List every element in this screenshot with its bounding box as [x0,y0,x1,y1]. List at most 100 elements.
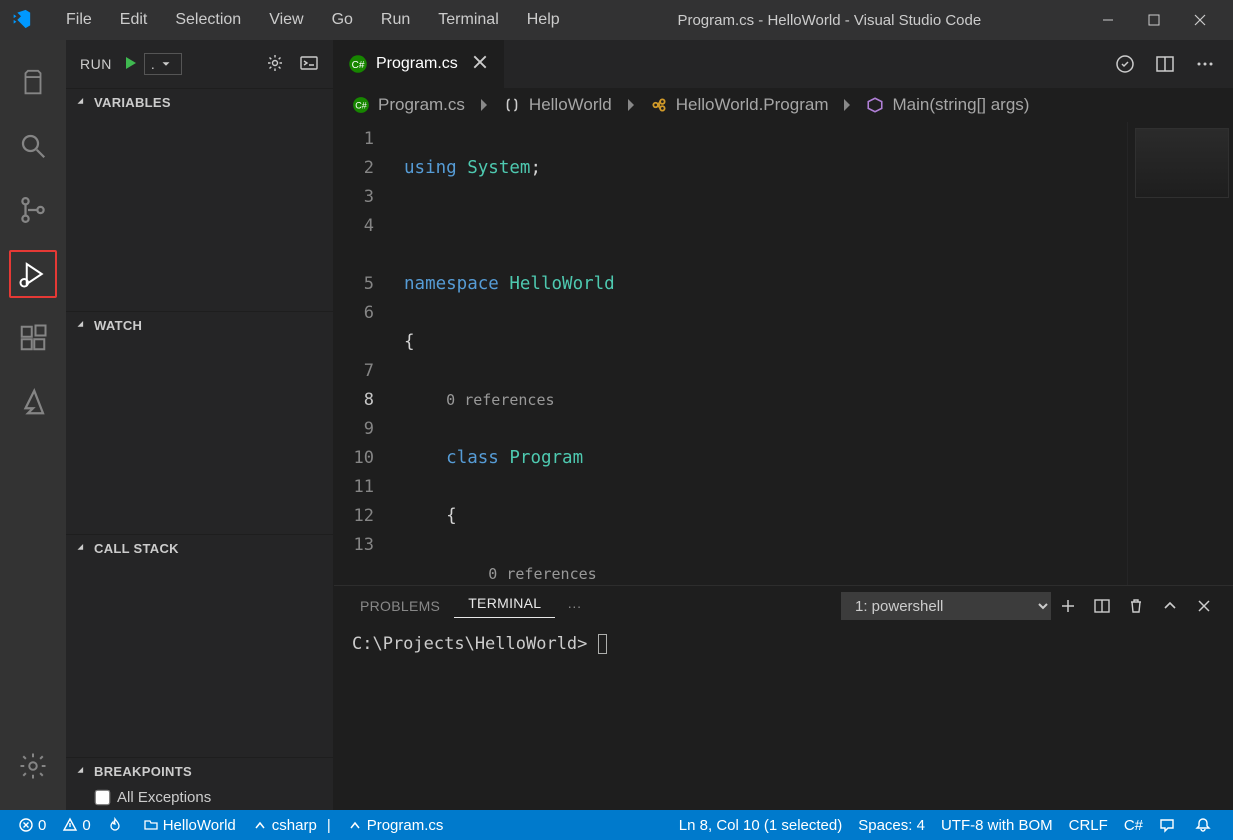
callstack-section[interactable]: CALL STACK [66,534,333,562]
source-control-icon[interactable] [9,186,57,234]
minimize-button[interactable] [1085,0,1131,40]
menu-run[interactable]: Run [367,5,424,35]
breakpoint-row-all-exceptions[interactable]: All Exceptions [66,785,333,810]
breadcrumb[interactable]: C# Program.cs HelloWorld HelloWorld.Prog… [334,88,1233,122]
window-title: Program.cs - HelloWorld - Visual Studio … [574,12,1085,29]
tab-label: Program.cs [376,55,458,73]
chevron-right-icon [622,96,640,114]
status-folder[interactable]: HelloWorld [135,810,244,840]
tab-program-cs[interactable]: C# Program.cs [334,40,505,88]
status-encoding[interactable]: UTF-8 with BOM [933,810,1061,840]
status-language[interactable]: C# [1116,810,1151,840]
tab-problems[interactable]: PROBLEMS [346,598,454,614]
menu-view[interactable]: View [255,5,317,35]
terminal[interactable]: C:\Projects\HelloWorld> [334,626,1233,810]
callstack-body [66,562,333,757]
chevron-right-icon [838,96,856,114]
split-terminal-icon[interactable] [1085,597,1119,615]
breakpoints-section[interactable]: BREAKPOINTS [66,757,333,785]
menu-selection[interactable]: Selection [161,5,255,35]
close-panel-icon[interactable] [1187,597,1221,615]
kill-terminal-icon[interactable] [1119,597,1153,615]
title-bar: File Edit Selection View Go Run Terminal… [0,0,1233,40]
maximize-panel-icon[interactable] [1153,597,1187,615]
csharp-file-icon: C# [352,96,370,114]
menu-go[interactable]: Go [318,5,367,35]
explorer-icon[interactable] [9,58,57,106]
status-cursor-position[interactable]: Ln 8, Col 10 (1 selected) [671,810,850,840]
editor-area: C# Program.cs C# Program.cs [334,40,1233,810]
editor[interactable]: 1 2 3 4 5 6 7 8 9 10 11 12 13 using Syst… [334,122,1233,585]
line-number-gutter: 1 2 3 4 5 6 7 8 9 10 11 12 13 [334,122,404,585]
activity-bar [0,40,66,810]
variables-section[interactable]: VARIABLES [66,88,333,116]
search-icon[interactable] [9,122,57,170]
run-file-icon[interactable] [1105,40,1145,88]
run-header: RUN . [66,40,333,88]
split-editor-icon[interactable] [1145,40,1185,88]
breakpoints-label: BREAKPOINTS [94,764,192,779]
menu-edit[interactable]: Edit [106,5,162,35]
breadcrumb-class[interactable]: HelloWorld.Program [676,95,829,115]
terminal-cursor [598,634,607,654]
status-errors[interactable]: 0 [10,810,54,840]
namespace-icon [503,96,521,114]
menu-file[interactable]: File [52,5,106,35]
close-icon[interactable] [470,52,490,77]
run-title: RUN [80,56,112,72]
panel-tabs: PROBLEMS TERMINAL ··· 1: powershell [334,586,1233,626]
code-content[interactable]: using System; namespace HelloWorld { 0 r… [404,122,1233,585]
breadcrumb-file[interactable]: Program.cs [378,95,465,115]
menu-bar: File Edit Selection View Go Run Terminal… [52,5,574,35]
variables-label: VARIABLES [94,95,171,110]
breakpoint-checkbox[interactable] [95,790,111,806]
launch-config-label: . [151,56,155,72]
maximize-button[interactable] [1131,0,1177,40]
run-sidebar: RUN . VARIABLES WATCH [66,40,334,810]
status-file[interactable]: Program.cs [339,810,452,840]
breakpoint-label: All Exceptions [117,789,211,806]
watch-body [66,339,333,534]
method-icon [866,96,884,114]
launch-config-select[interactable]: . [144,53,182,75]
codelens[interactable]: 0 references [488,565,596,583]
more-actions-icon[interactable] [1185,40,1225,88]
svg-text:C#: C# [355,100,367,110]
minimap[interactable] [1127,122,1233,585]
configure-gear-icon[interactable] [265,53,285,76]
status-bar: 0 0 HelloWorld csharp | Program.cs Ln 8,… [0,810,1233,840]
menu-terminal[interactable]: Terminal [424,5,512,35]
status-branch[interactable]: csharp [244,810,325,840]
breadcrumb-namespace[interactable]: HelloWorld [529,95,612,115]
status-bell-icon[interactable] [1187,810,1223,840]
status-spaces[interactable]: Spaces: 4 [850,810,933,840]
minimap-preview [1135,128,1229,198]
close-button[interactable] [1177,0,1223,40]
extensions-icon[interactable] [9,314,57,362]
status-eol[interactable]: CRLF [1061,810,1116,840]
terminal-prompt: C:\Projects\HelloWorld> [352,634,587,654]
new-terminal-icon[interactable] [1051,597,1085,615]
vscode-logo-icon [10,8,32,33]
more-panels-icon[interactable]: ··· [555,598,593,614]
debug-console-icon[interactable] [299,53,319,76]
class-icon [650,96,668,114]
status-flame-icon[interactable] [99,810,135,840]
settings-gear-icon[interactable] [9,742,57,790]
codelens[interactable]: 0 references [446,391,554,409]
watch-section[interactable]: WATCH [66,311,333,339]
start-debug-button[interactable] [122,55,138,74]
status-warnings[interactable]: 0 [54,810,98,840]
status-feedback-icon[interactable] [1151,810,1187,840]
watch-label: WATCH [94,318,142,333]
terminal-selector[interactable]: 1: powershell [841,592,1051,620]
tab-terminal[interactable]: TERMINAL [454,595,555,618]
callstack-label: CALL STACK [94,541,179,556]
breadcrumb-method[interactable]: Main(string[] args) [892,95,1029,115]
svg-text:C#: C# [352,60,365,71]
run-debug-icon[interactable] [9,250,57,298]
csharp-file-icon: C# [348,54,368,74]
azure-icon[interactable] [9,378,57,426]
window-controls [1085,0,1223,40]
menu-help[interactable]: Help [513,5,574,35]
